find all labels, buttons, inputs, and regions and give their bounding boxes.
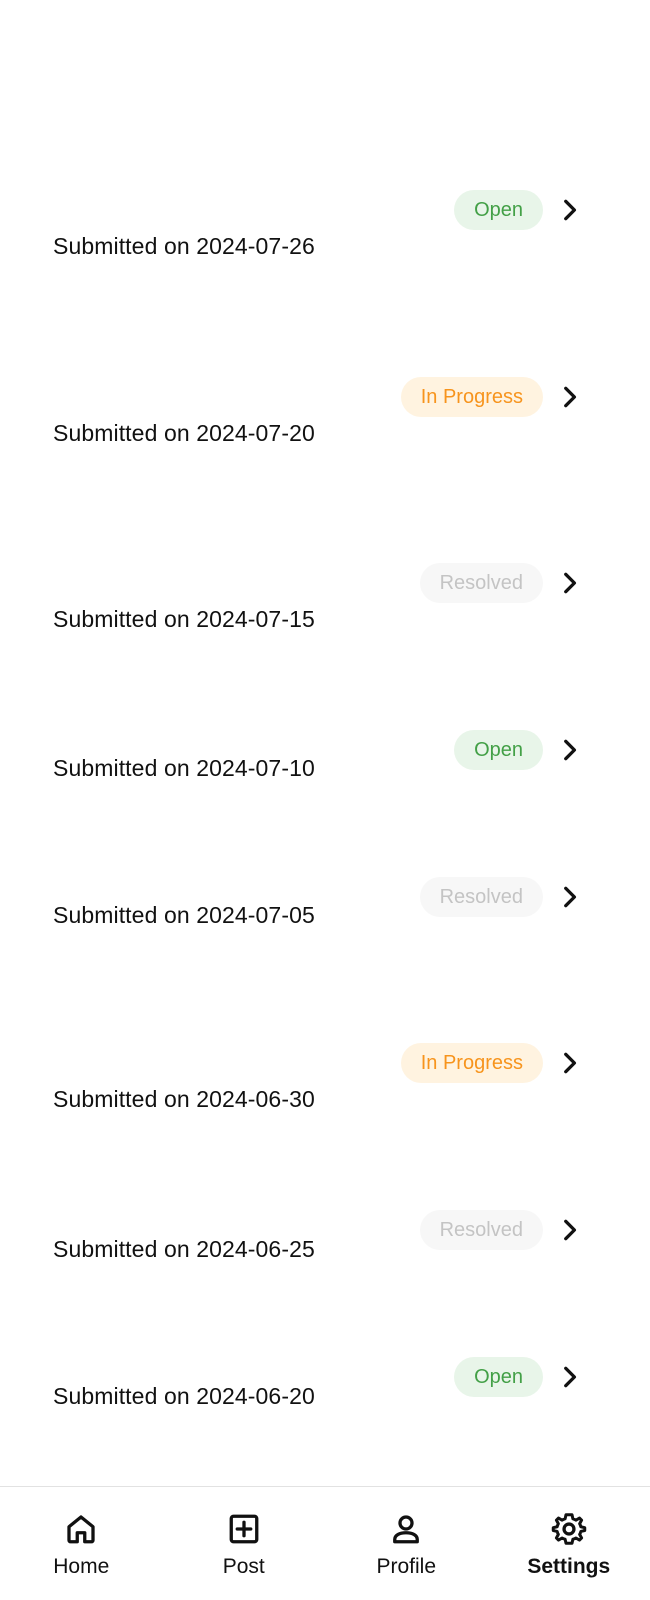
tab-label: Post <box>222 1555 265 1578</box>
plus-square-icon <box>226 1511 262 1547</box>
tab-post[interactable]: Post <box>163 1487 326 1600</box>
chevron-right-icon[interactable] <box>556 884 582 910</box>
person-icon <box>388 1511 424 1547</box>
request-date: Submitted on 2024-07-26 <box>53 233 315 259</box>
chevron-right-icon[interactable] <box>556 197 582 223</box>
gear-icon <box>551 1511 587 1547</box>
tab-settings[interactable]: Settings <box>488 1487 650 1600</box>
request-list: Submitted on 2024-07-26 Open Submitted o… <box>0 0 650 1486</box>
status-badge: Resolved <box>419 877 543 917</box>
status-badge: Open <box>454 1357 543 1397</box>
request-date: Submitted on 2024-07-10 <box>53 755 315 781</box>
request-date: Submitted on 2024-07-05 <box>53 902 315 928</box>
request-date: Submitted on 2024-06-30 <box>53 1086 315 1112</box>
request-row[interactable]: Submitted on 2024-07-10 Open <box>0 710 650 790</box>
tab-label: Home <box>53 1555 110 1578</box>
request-row[interactable]: Submitted on 2024-06-20 Open <box>0 1337 650 1417</box>
chevron-right-icon[interactable] <box>556 1364 582 1390</box>
tab-label: Profile <box>376 1555 437 1578</box>
request-row[interactable]: Submitted on 2024-07-26 Open <box>0 170 650 259</box>
request-date: Submitted on 2024-06-20 <box>53 1383 315 1409</box>
chevron-right-icon[interactable] <box>556 384 582 410</box>
status-badge: In Progress <box>400 377 543 417</box>
tab-label: Settings <box>527 1555 611 1578</box>
bottom-tab-bar: Home Post Profile Settings <box>0 1486 650 1600</box>
tab-home[interactable]: Home <box>0 1487 163 1600</box>
screen: Submitted on 2024-07-26 Open Submitted o… <box>0 0 650 1600</box>
request-date: Submitted on 2024-07-15 <box>53 606 315 632</box>
chevron-right-icon[interactable] <box>556 1217 582 1243</box>
status-badge: Resolved <box>419 563 543 603</box>
request-date: Submitted on 2024-07-20 <box>53 420 315 446</box>
request-row[interactable]: Submitted on 2024-07-20 In Progress <box>0 357 650 446</box>
home-icon <box>63 1511 99 1547</box>
chevron-right-icon[interactable] <box>556 570 582 596</box>
status-badge: In Progress <box>400 1043 543 1083</box>
request-row[interactable]: Submitted on 2024-06-25 Resolved <box>0 1190 650 1270</box>
status-badge: Resolved <box>419 1210 543 1250</box>
request-row[interactable]: Submitted on 2024-06-30 In Progress <box>0 1023 650 1112</box>
chevron-right-icon[interactable] <box>556 1050 582 1076</box>
status-badge: Open <box>454 730 543 770</box>
chevron-right-icon[interactable] <box>556 737 582 763</box>
tab-profile[interactable]: Profile <box>325 1487 488 1600</box>
request-row[interactable]: Submitted on 2024-07-05 Resolved <box>0 857 650 937</box>
request-date: Submitted on 2024-06-25 <box>53 1236 315 1262</box>
status-badge: Open <box>454 190 543 230</box>
request-row[interactable]: Submitted on 2024-07-15 Resolved <box>0 543 650 632</box>
